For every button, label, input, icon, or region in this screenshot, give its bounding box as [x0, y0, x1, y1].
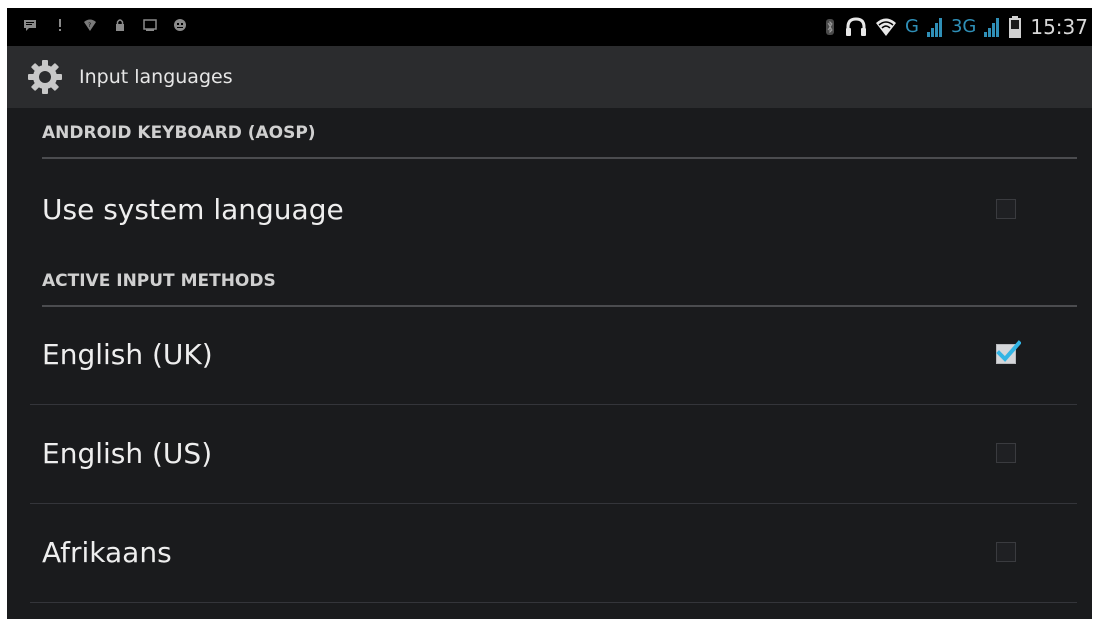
action-bar: Input languages [7, 46, 1092, 108]
list-item-use-system-language[interactable]: Use system language [30, 161, 1077, 259]
screen-icon [143, 18, 157, 32]
list-item-label: English (US) [42, 437, 213, 470]
checkmark-icon [996, 340, 1021, 362]
list-item-label: Use system language [42, 193, 344, 226]
battery-icon [1008, 16, 1022, 38]
use-system-language-checkbox[interactable] [996, 199, 1016, 219]
afrikaans-checkbox[interactable] [996, 542, 1016, 562]
network-type-g: G [905, 16, 919, 37]
wifi-icon [875, 17, 897, 37]
svg-text:?: ? [88, 22, 91, 29]
signal-strength-icon [926, 17, 943, 37]
list-item-label: Afrikaans [42, 536, 172, 569]
network-type-3g: 3G [950, 16, 977, 37]
android-icon [173, 18, 187, 32]
clock: 15:37 [1030, 15, 1088, 39]
system-icons: G 3G 15:37 [823, 14, 1088, 40]
gear-icon[interactable] [27, 59, 63, 95]
list-item-label: English (UK) [42, 338, 213, 371]
list-item-english-us[interactable]: English (US) [30, 405, 1077, 504]
signal-strength-2-icon [984, 17, 1000, 37]
alert-icon [53, 18, 67, 32]
screen: ? G 3G 15:37 Input languages ANDROID KEY… [7, 8, 1092, 619]
lock-icon [113, 18, 127, 32]
section-header-active-input-methods: ACTIVE INPUT METHODS [42, 271, 1077, 307]
message-icon [23, 18, 37, 32]
list-item-english-uk[interactable]: English (UK) [30, 306, 1077, 405]
notification-icons: ? [23, 18, 187, 32]
section-header-keyboard: ANDROID KEYBOARD (AOSP) [42, 123, 1077, 159]
bluetooth-icon [823, 19, 837, 35]
page-title: Input languages [79, 66, 233, 88]
wifi-question-icon: ? [83, 18, 97, 32]
status-bar: ? G 3G 15:37 [7, 8, 1092, 46]
english-us-checkbox[interactable] [996, 443, 1016, 463]
headset-icon [845, 16, 867, 38]
english-uk-checkbox[interactable] [996, 340, 1021, 364]
list-item-afrikaans[interactable]: Afrikaans [30, 504, 1077, 603]
